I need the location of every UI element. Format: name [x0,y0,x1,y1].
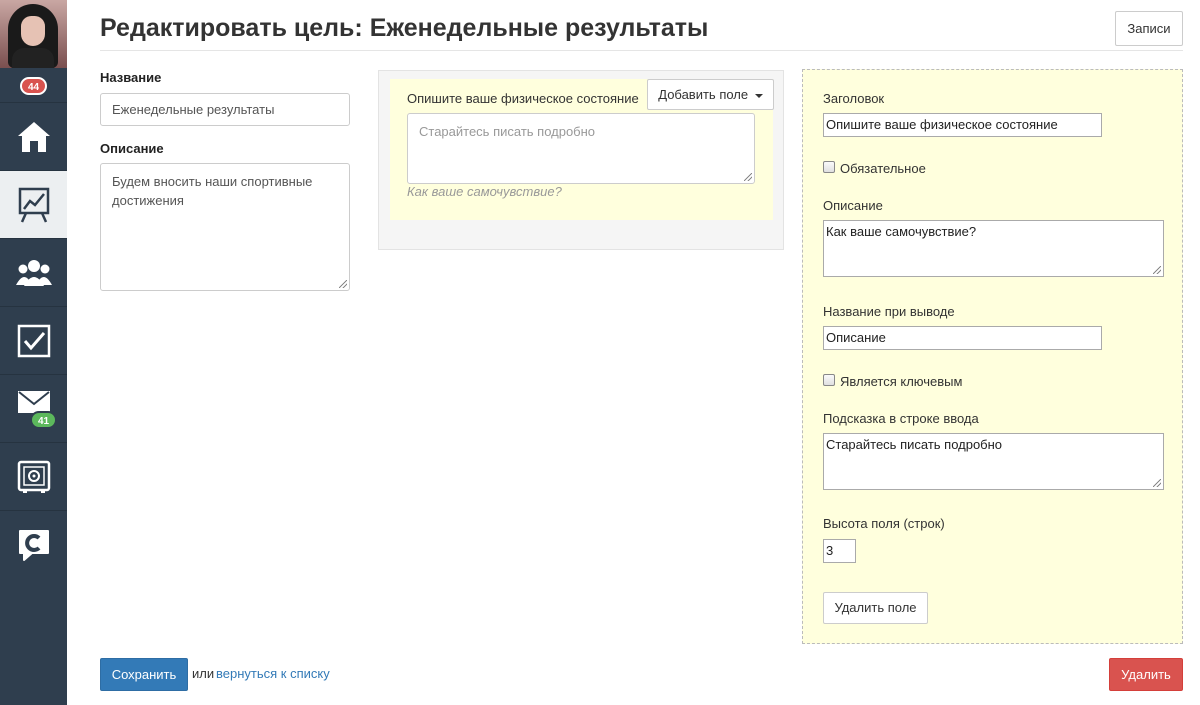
rows-input[interactable]: 3 [823,539,856,563]
description-text: Будем вносить наши спортивные достижения [112,174,313,208]
preview-textarea[interactable]: Старайтесь писать подробно [407,113,755,184]
mail-icon[interactable] [0,374,67,442]
back-to-list-link[interactable]: вернуться к списку [216,666,330,681]
preview-placeholder: Старайтесь писать подробно [419,124,596,139]
title-divider [100,50,1183,51]
description-textarea[interactable]: Будем вносить наши спортивные достижения [100,163,350,291]
chart-board-icon[interactable] [0,170,67,238]
placeholder-label: Подсказка в строке ввода [823,411,979,426]
sidebar: 44 41 [0,0,67,705]
page-title: Редактировать цель: Еженедельные результ… [100,14,709,42]
chat-c-icon[interactable] [0,510,67,578]
rows-label: Высота поля (строк) [823,516,945,531]
placeholder-text: Старайтесь писать подробно [826,437,1003,452]
save-button[interactable]: Сохранить [100,658,188,691]
settings-description-label: Описание [823,198,883,213]
safe-icon[interactable] [0,442,67,510]
or-text: или [192,666,215,681]
placeholder-textarea[interactable]: Старайтесь писать подробно [823,433,1164,490]
caret-down-icon [754,93,763,98]
settings-description-textarea[interactable]: Как ваше самочувствие? [823,220,1164,277]
resize-handle[interactable] [339,280,347,288]
delete-field-button[interactable]: Удалить поле [823,592,928,624]
output-name-label: Название при выводе [823,304,955,319]
preview-field-label: Опишите ваше физическое состояние [407,91,639,106]
add-field-label: Добавить поле [658,87,749,102]
name-label: Название [100,70,162,85]
description-label: Описание [100,141,164,156]
settings-description-text: Как ваше самочувствие? [826,224,977,239]
is-key-label: Является ключевым [840,374,963,389]
heading-label: Заголовок [823,91,885,106]
avatar[interactable] [0,0,67,68]
resize-handle[interactable] [1153,266,1161,274]
resize-handle[interactable] [744,173,752,181]
group-icon[interactable] [0,238,67,306]
field-settings-panel [802,69,1183,644]
home-icon[interactable] [0,102,67,170]
is-key-checkbox[interactable] [823,374,835,386]
preview-hint: Как ваше самочувствие? [407,184,562,199]
heading-input[interactable]: Опишите ваше физическое состояние [823,113,1102,137]
required-label: Обязательное [840,161,926,176]
add-field-button[interactable]: Добавить поле [647,79,774,110]
resize-handle[interactable] [1153,479,1161,487]
notifications-badge[interactable]: 44 [20,77,47,95]
output-name-input[interactable]: Описание [823,326,1102,350]
delete-button[interactable]: Удалить [1109,658,1183,691]
mail-badge: 41 [30,411,57,429]
checkbox-icon[interactable] [0,306,67,374]
name-input[interactable]: Еженедельные результаты [100,93,350,126]
required-checkbox[interactable] [823,161,835,173]
records-button[interactable]: Записи [1115,11,1183,46]
